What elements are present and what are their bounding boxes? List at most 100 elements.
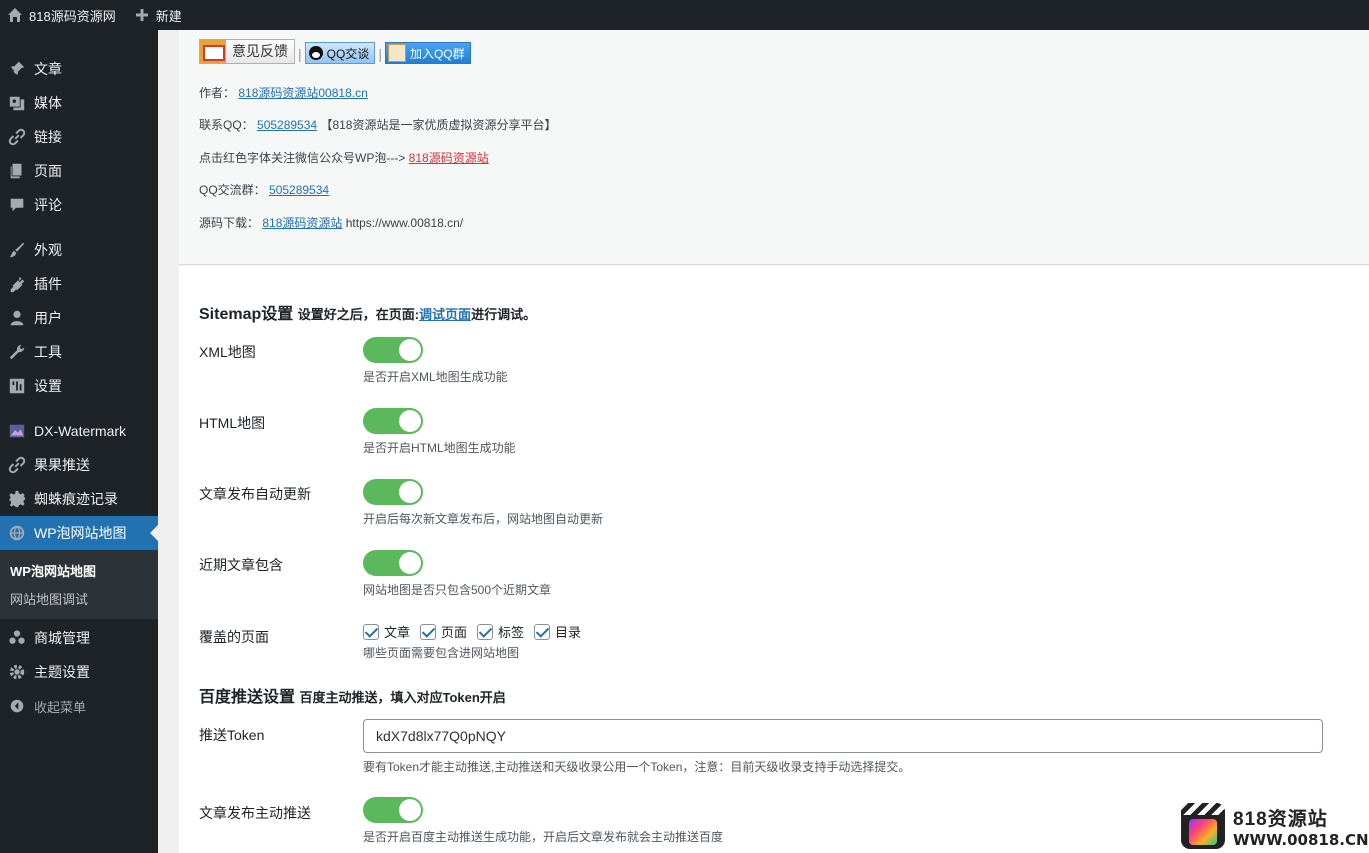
new-content-link[interactable]: 新建 [125, 0, 191, 30]
sidebar-item-pages[interactable]: 页面 [0, 154, 158, 188]
sidebar-item-label: 蜘蛛痕迹记录 [34, 491, 118, 507]
sitemap-subtitle-suffix: 进行调试。 [471, 307, 537, 322]
sidebar-item-label: 工具 [34, 344, 62, 360]
submenu-item-sitemap[interactable]: WP泡网站地图 [0, 556, 158, 584]
sidebar-item-comments[interactable]: 评论 [0, 188, 158, 222]
settings-icon [7, 376, 27, 396]
sidebar-item-links[interactable]: 链接 [0, 120, 158, 154]
collapse-menu-button[interactable]: 收起菜单 [0, 689, 158, 723]
watermark-text: 818资源站 WWW.00818.CN [1233, 804, 1369, 849]
link-icon [7, 127, 27, 147]
qq-penguin-icon [308, 46, 323, 60]
sidebar-item-media[interactable]: 媒体 [0, 86, 158, 120]
admin-sidebar: 文章 媒体 链接 页面 评论 外观 插件 用户 工具 设置 DX-Waterma… [0, 30, 158, 853]
download-link[interactable]: 818源码资源站 [262, 216, 342, 230]
checkbox-checked-icon[interactable] [534, 623, 551, 640]
baidu-subtitle: 百度主动推送，填入对应Token开启 [299, 690, 506, 705]
sidebar-item-guoguo-push[interactable]: 果果推送 [0, 448, 158, 482]
covered-pages-desc: 哪些页面需要包含进网站地图 [363, 646, 520, 660]
sidebar-item-tools[interactable]: 工具 [0, 335, 158, 369]
qq-chat-button[interactable]: QQ交谈 [304, 42, 376, 64]
html-map-label: HTML地图 [199, 415, 266, 431]
debug-page-link[interactable]: 调试页面 [419, 307, 471, 322]
group-icon [7, 628, 27, 648]
sidebar-item-spider-log[interactable]: 蜘蛛痕迹记录 [0, 482, 158, 516]
menu-separator [0, 222, 158, 233]
sidebar-item-users[interactable]: 用户 [0, 301, 158, 335]
sidebar-item-label: 评论 [34, 197, 62, 213]
sidebar-item-label: 果果推送 [34, 457, 90, 473]
push-token-desc: 要有Token才能主动推送,主动推送和天级收录公用一个Token，注意：目前天级… [363, 760, 911, 774]
checkbox-categories[interactable]: 目录 [534, 622, 581, 641]
sitemap-title: Sitemap设置 [199, 306, 294, 323]
qq-number-link[interactable]: 505289534 [257, 118, 317, 132]
qq-group-label: QQ交流群： [199, 183, 266, 197]
gear-icon [7, 489, 27, 509]
auto-update-toggle[interactable] [363, 479, 423, 505]
auto-push-toggle[interactable] [363, 797, 423, 823]
pin-icon [7, 59, 27, 79]
watermark-title: 818资源站 [1233, 808, 1328, 830]
checkbox-checked-icon[interactable] [363, 623, 379, 640]
user-icon [7, 308, 27, 328]
media-icon [7, 93, 27, 113]
feedback-button[interactable]: 意见反馈 [199, 38, 295, 64]
qq-group-link[interactable]: 505289534 [269, 183, 329, 197]
sidebar-item-shop[interactable]: 商城管理 [0, 621, 158, 655]
sidebar-item-appearance[interactable]: 外观 [0, 233, 158, 267]
image-icon [7, 421, 27, 441]
sidebar-item-label: 链接 [34, 129, 62, 145]
sidebar-item-plugins[interactable]: 插件 [0, 267, 158, 301]
covered-pages-checkboxes: 文章 页面 标签 目录 [363, 622, 591, 641]
recent-posts-label: 近期文章包含 [199, 557, 283, 573]
sidebar-item-label: WP泡网站地图 [34, 525, 127, 541]
auto-update-label: 文章发布自动更新 [199, 486, 311, 502]
sidebar-item-settings[interactable]: 设置 [0, 369, 158, 403]
download-label: 源码下载： [199, 216, 260, 230]
auto-push-label: 文章发布主动推送 [199, 805, 311, 821]
sidebar-item-label: 文章 [34, 61, 62, 77]
checkbox-label: 标签 [498, 625, 525, 640]
download-url: https://www.00818.cn/ [345, 216, 464, 230]
new-content-label: 新建 [155, 8, 182, 24]
wrench-icon [7, 342, 27, 362]
plugin-info-panel: 意见反馈 | QQ交谈 | 加入QQ群 作者： 818源码资源站00818.cn… [179, 30, 1369, 265]
clapperboard-logo-icon [1181, 803, 1225, 849]
author-link[interactable]: 818源码资源站00818.cn [238, 86, 367, 100]
sidebar-item-dx-watermark[interactable]: DX-Watermark [0, 414, 158, 448]
envelope-icon [200, 39, 226, 63]
checkbox-checked-icon[interactable] [420, 623, 437, 640]
separator: | [378, 46, 382, 62]
menu-separator [0, 403, 158, 414]
plugin-icon [7, 274, 27, 294]
checkbox-label: 文章 [384, 625, 411, 640]
watermark-url: WWW.00818.CN [1233, 830, 1369, 849]
site-name-link[interactable]: 818源码资源网 [0, 0, 125, 30]
checkbox-checked-icon[interactable] [477, 623, 494, 640]
collapse-arrow-icon [7, 696, 27, 716]
checkbox-tags[interactable]: 标签 [477, 622, 524, 641]
baidu-title: 百度推送设置 [199, 689, 296, 706]
checkbox-pages[interactable]: 页面 [420, 622, 467, 641]
checkbox-posts[interactable]: 文章 [363, 622, 410, 641]
sitemap-section-title: Sitemap设置 设置好之后，在页面:调试页面进行调试。 [199, 300, 536, 324]
separator: | [298, 46, 302, 62]
sidebar-item-theme-settings[interactable]: 主题设置 [0, 655, 158, 689]
submenu-item-sitemap-debug[interactable]: 网站地图调试 [0, 584, 158, 612]
push-token-input[interactable] [363, 719, 1323, 753]
qq-group-line: QQ交流群： 505289534 [199, 181, 329, 198]
html-map-toggle[interactable] [363, 408, 423, 434]
recent-posts-toggle[interactable] [363, 550, 423, 576]
link-icon [7, 455, 27, 475]
xml-map-toggle[interactable] [363, 337, 423, 363]
wechat-link[interactable]: 818源码资源站 [409, 151, 489, 165]
join-qq-group-button[interactable]: 加入QQ群 [384, 42, 471, 64]
sidebar-submenu: WP泡网站地图 网站地图调试 [0, 550, 158, 619]
author-label: 作者： [199, 86, 236, 100]
sidebar-item-posts[interactable]: 文章 [0, 52, 158, 86]
feedback-button-label: 意见反馈 [232, 43, 288, 59]
sitemap-subtitle-prefix: 设置好之后，在页面: [297, 307, 420, 322]
wechat-line: 点击红色字体关注微信公众号WP泡---> 818源码资源站 [199, 149, 489, 166]
sidebar-item-wppao-sitemap[interactable]: WP泡网站地图 [0, 516, 158, 550]
sidebar-item-label: 插件 [34, 276, 62, 292]
